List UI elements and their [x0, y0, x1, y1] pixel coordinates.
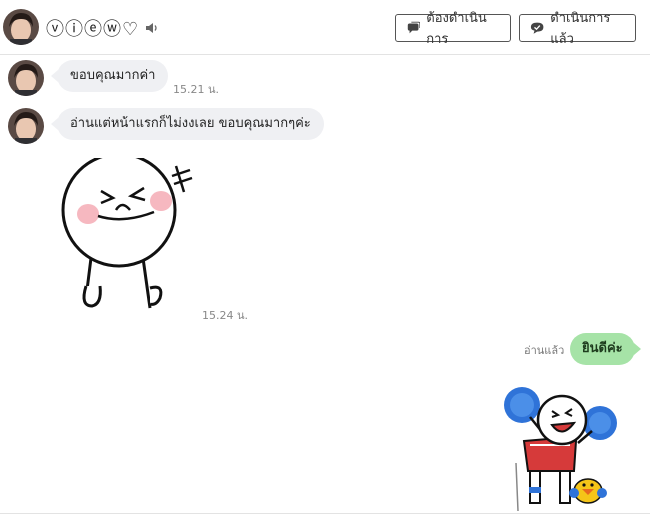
moon-laughing-sticker[interactable]	[58, 158, 198, 318]
needs-action-label: ต้องดำเนินการ	[426, 11, 487, 47]
completed-button[interactable]: ดำเนินการแล้ว	[519, 11, 636, 47]
chat-bubble-icon	[407, 21, 421, 34]
contact-name: ⓥⓘⓔⓦ♡	[46, 19, 140, 40]
message-timestamp: 15.24 น.	[202, 309, 249, 322]
needs-action-button[interactable]: ต้องดำเนินการ	[395, 11, 511, 47]
completed-label: ดำเนินการแล้ว	[550, 11, 611, 47]
moon-cheerleader-sticker[interactable]	[500, 383, 640, 513]
sender-avatar[interactable]	[8, 60, 44, 96]
contact-avatar[interactable]	[3, 9, 39, 45]
chat-header: ⓥⓘⓔⓦ♡ ต้องดำเนินการ ดำเนินการแล้ว	[0, 0, 650, 55]
outgoing-message-bubble[interactable]: ยินดีค่ะ	[570, 333, 641, 365]
speaker-icon[interactable]	[144, 20, 160, 36]
incoming-message-bubble[interactable]: ขอบคุณมากค่า	[50, 60, 169, 92]
divider	[0, 513, 650, 514]
sender-avatar[interactable]	[8, 108, 44, 144]
chat-bubble-check-icon	[530, 22, 544, 34]
incoming-message-bubble[interactable]: อ่านแต่หน้าแรกก็ไม่งงเลย ขอบคุณมากๆค่ะ	[51, 108, 324, 140]
message-timestamp: 15.21 น.	[173, 83, 220, 96]
read-receipt: อ่านแล้ว	[524, 344, 565, 357]
